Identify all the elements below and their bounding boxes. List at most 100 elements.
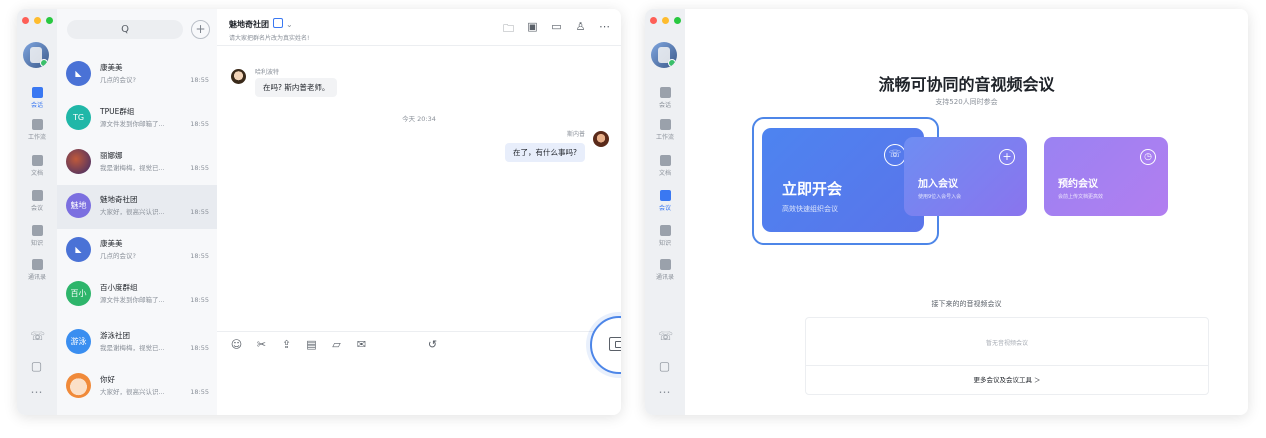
conversation-preview: 几点的会议? — [100, 76, 136, 84]
upcoming-meetings-title: 接下来的的音视频会议 — [931, 300, 1002, 308]
nav-item-chat[interactable]: 会话 — [17, 87, 57, 109]
chat-subtitle: 请大家把群名片改为真实姓名! — [229, 35, 310, 42]
nav-item-workflow[interactable]: 工作流 — [17, 119, 57, 141]
doc-icon — [659, 155, 671, 166]
close-window-button[interactable] — [22, 17, 29, 24]
list-item[interactable]: ◣ 康美美 几点的会议? 18:55 — [57, 53, 217, 97]
avatar[interactable] — [231, 69, 246, 84]
empty-state-text: 暂无音视频会议 — [985, 340, 1028, 347]
notes-icon[interactable]: ▢ — [658, 360, 671, 373]
nav-item-chat[interactable]: 会话 — [645, 87, 685, 109]
mail-icon[interactable]: ✉ — [354, 338, 369, 351]
list-item[interactable]: ◣ 康美美 几点的会议? 18:55 — [57, 229, 217, 273]
scissors-icon[interactable]: ✂ — [254, 338, 269, 351]
comment-icon[interactable]: ▱ — [329, 338, 344, 351]
conversation-name: 康美美 — [100, 239, 123, 248]
conversation-time: 18:55 — [190, 388, 209, 396]
avatar: TG — [66, 105, 91, 130]
nav-item-contacts[interactable]: 通讯录 — [645, 259, 685, 281]
schedule-meeting-card[interactable]: ◷ 预约会议 会前上传文档更高效 — [1044, 137, 1168, 216]
contacts-icon — [31, 259, 43, 270]
avatar: ◣ — [66, 61, 91, 86]
join-meeting-card[interactable]: + 加入会议 使用9位入会号入会 — [904, 137, 1027, 216]
left-rail: 会话 工作流 文档 会议 知识 通讯录 ☏ ▢ ⋯ — [645, 9, 685, 415]
more-icon[interactable]: ⋯ — [30, 386, 43, 399]
folder-icon[interactable]: 🗀 — [502, 20, 515, 39]
conversation-time: 18:55 — [190, 76, 209, 84]
minimize-window-button[interactable] — [662, 17, 669, 24]
page-title: 流畅可协同的音视频会议 — [878, 75, 1055, 94]
notes-icon[interactable]: ▢ — [30, 360, 43, 373]
avatar — [66, 373, 91, 398]
close-window-button[interactable] — [650, 17, 657, 24]
chat-icon — [659, 87, 671, 98]
list-item[interactable]: TG TPUE群组 源文件发到你邮箱了... 18:55 — [57, 97, 217, 141]
card-title: 预约会议 — [1058, 179, 1098, 190]
nav-label: 知识 — [30, 240, 43, 247]
nav-label: 工作流 — [655, 134, 674, 141]
nav-item-docs[interactable]: 文档 — [645, 155, 685, 177]
avatar: 魅地 — [66, 193, 91, 218]
members-icon[interactable]: ♙ — [574, 20, 587, 39]
start-meeting-card[interactable]: ☏ 立即开会 高效快速组织会议 — [762, 128, 924, 232]
conversation-time: 18:55 — [190, 208, 209, 216]
minimize-window-button[interactable] — [34, 17, 41, 24]
nav-item-knowledge[interactable]: 知识 — [17, 225, 57, 247]
knowledge-icon — [31, 225, 43, 236]
upload-icon[interactable]: ⇪ — [279, 338, 294, 351]
phone-icon[interactable]: ☏ — [658, 330, 673, 343]
phone-icon[interactable]: ☏ — [30, 330, 45, 343]
my-avatar[interactable] — [23, 42, 49, 68]
maximize-window-button[interactable] — [46, 17, 53, 24]
list-item[interactable]: 丽娜娜 我是谢梅梅，视觉已... 18:55 — [57, 141, 217, 185]
card-title: 加入会议 — [918, 179, 958, 190]
chat-toolbar: ☺ ✂ ⇪ ▤ ▱ ✉ ↺ — [229, 338, 440, 351]
maximize-window-button[interactable] — [674, 17, 681, 24]
message-bubble[interactable]: 在吗? 斯内普老师。 — [255, 78, 338, 97]
contact-card-icon[interactable]: ▤ — [304, 338, 319, 351]
nav-item-meeting[interactable]: 会议 — [645, 190, 685, 212]
nav-label: 会话 — [30, 102, 43, 109]
video-meeting-button[interactable] — [590, 316, 621, 374]
clock-icon: ◷ — [1140, 149, 1156, 165]
plus-icon: + — [999, 149, 1015, 165]
avatar: ◣ — [66, 237, 91, 262]
nav-label: 通讯录 — [27, 274, 46, 281]
list-item[interactable]: 你好 大家好，很高兴认识... 18:55 — [57, 365, 217, 409]
note-icon[interactable]: ▣ — [526, 20, 539, 39]
meeting-icon — [659, 190, 671, 201]
meeting-panel: 流畅可协同的音视频会议 支持520人同时参会 ☏ 立即开会 高效快速组织会议 +… — [685, 9, 1248, 415]
nav-item-meeting[interactable]: 会议 — [17, 190, 57, 212]
card-desc: 高效快速组织会议 — [782, 205, 838, 213]
more-meeting-tools-link[interactable]: 更多会议及会议工具 ＞ — [806, 374, 1208, 384]
card-desc: 会前上传文档更高效 — [1058, 194, 1104, 200]
search-input[interactable]: Q — [67, 20, 183, 39]
chat-title[interactable]: 魅地奇社团 ⌄ — [229, 18, 293, 30]
sender-name: 斯内普 — [566, 131, 585, 138]
nav-item-contacts[interactable]: 通讯录 — [17, 259, 57, 281]
conversation-preview: 几点的会议? — [100, 252, 136, 260]
more-icon[interactable]: ⋯ — [598, 20, 611, 39]
conversation-time: 18:55 — [190, 164, 209, 172]
list-item[interactable]: 魅地 魅地奇社团 大家好，很高兴认识... 18:55 — [57, 185, 217, 229]
nav-item-workflow[interactable]: 工作流 — [645, 119, 685, 141]
chevron-down-icon[interactable]: ⌄ — [286, 20, 293, 29]
nav-label: 知识 — [658, 240, 671, 247]
list-item[interactable]: 游泳 游泳社团 我是谢梅梅，视觉已... 18:55 — [57, 321, 217, 365]
message-bubble[interactable]: 在了，有什么事吗? — [505, 143, 585, 162]
conversation-preview: 源文件发到你邮箱了... — [100, 296, 165, 304]
history-icon[interactable]: ↺ — [425, 338, 440, 351]
avatar[interactable] — [593, 131, 609, 147]
divider — [217, 45, 621, 46]
emoji-icon[interactable]: ☺ — [229, 338, 244, 351]
workflow-icon — [659, 119, 671, 130]
message-icon[interactable]: ▭ — [550, 20, 563, 39]
list-item[interactable]: 百小 百小度群组 源文件发到你邮箱了... 18:55 — [57, 273, 217, 317]
nav-item-knowledge[interactable]: 知识 — [645, 225, 685, 247]
more-icon[interactable]: ⋯ — [658, 386, 671, 399]
sender-name: 哈利波特 — [255, 69, 280, 76]
chat-title-text: 魅地奇社团 — [229, 20, 269, 29]
nav-item-docs[interactable]: 文档 — [17, 155, 57, 177]
my-avatar[interactable] — [651, 42, 677, 68]
add-button[interactable]: + — [191, 20, 210, 39]
